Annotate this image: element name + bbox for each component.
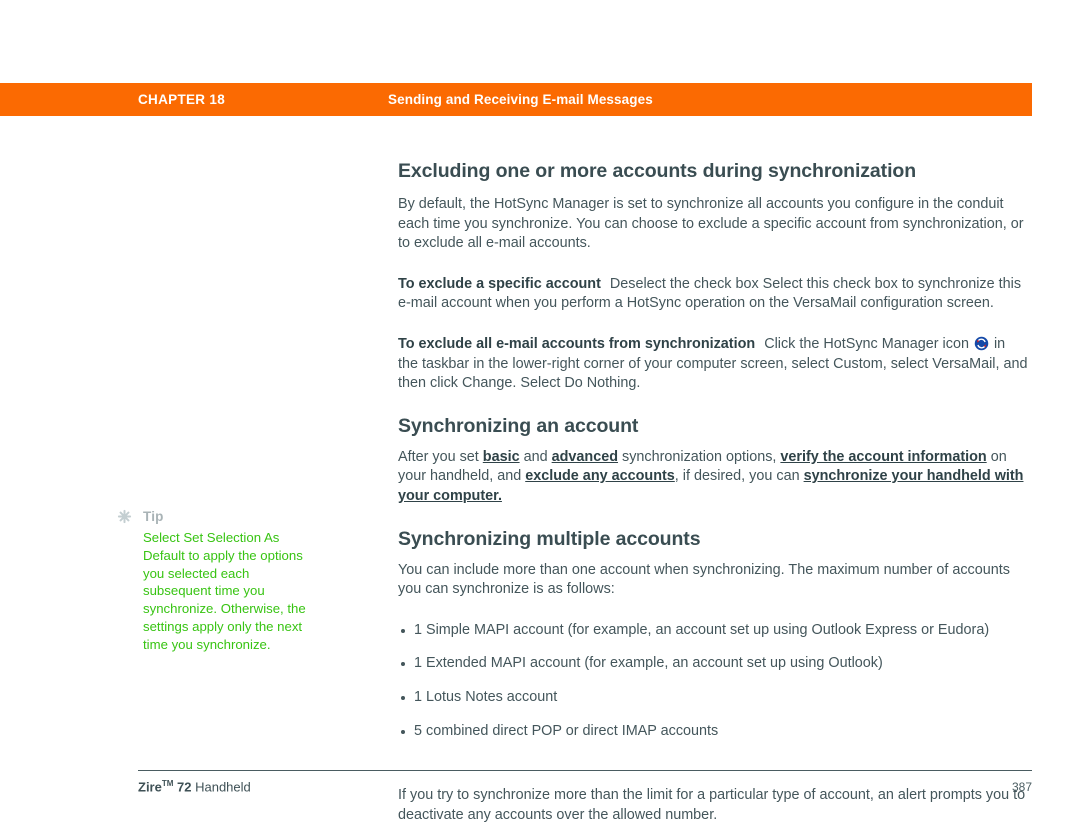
link-exclude-any-accounts[interactable]: exclude any accounts — [525, 468, 675, 484]
sync-text-5: , if desired, you can — [674, 468, 804, 485]
page-number: 387 — [1011, 780, 1032, 795]
paragraph-exclude-specific-account: To exclude a specific account Deselect th… — [398, 275, 1028, 314]
section-title-excluding-accounts: Excluding one or more accounts during sy… — [398, 160, 917, 182]
footer-brand: Zire — [138, 779, 162, 795]
sync-text-2: and — [519, 448, 552, 465]
sync-text-3: synchronization options, — [618, 448, 781, 465]
paragraph-exclude-intro: By default, the HotSync Manager is set t… — [398, 196, 1024, 252]
tip-text: Select Set Selection As Default to apply… — [143, 530, 306, 652]
link-verify-account-information[interactable]: verify the account information — [780, 449, 986, 465]
page-content: Excluding one or more accounts during sy… — [398, 160, 1028, 825]
asterisk-icon — [117, 509, 132, 524]
list-item: 5 combined direct POP or direct IMAP acc… — [398, 722, 1028, 742]
hotsync-icon — [974, 336, 989, 351]
text-exclude-all-before-icon: Click the HotSync Manager icon — [764, 335, 969, 352]
link-advanced[interactable]: advanced — [552, 449, 618, 465]
tip-label: Tip — [143, 509, 164, 524]
list-item: 1 Lotus Notes account — [398, 688, 1028, 708]
list-item: 1 Extended MAPI account (for example, an… — [398, 654, 1028, 674]
link-basic[interactable]: basic — [483, 449, 520, 465]
trademark-symbol: TM — [161, 779, 174, 788]
page-footer: ZireTM 72 Handheld 387 — [138, 770, 1032, 794]
account-limits-list: 1 Simple MAPI account (for example, an a… — [398, 621, 1028, 741]
sync-text-1: After you set — [398, 448, 483, 465]
footer-product-suffix: Handheld — [191, 779, 251, 795]
footer-product-label: ZireTM 72 Handheld — [138, 779, 251, 794]
header-topic-label: Sending and Receiving E-mail Messages — [388, 92, 653, 107]
page-header-bar: CHAPTER 18 Sending and Receiving E-mail … — [0, 83, 1032, 116]
paragraph-synchronizing-an-account: After you set basic and advanced synchro… — [398, 448, 1028, 507]
tip-sidebar: Tip Select Set Selection As Default to a… — [117, 508, 318, 654]
paragraph-multiple-accounts-intro: You can include more than one account wh… — [398, 561, 1010, 598]
section-title-synchronizing-an-account: Synchronizing an account — [398, 414, 639, 437]
section-title-synchronizing-multiple-accounts: Synchronizing multiple accounts — [398, 527, 701, 550]
footer-model: 72 — [173, 779, 192, 795]
tip-header: Tip — [117, 508, 318, 528]
list-item: 1 Simple MAPI account (for example, an a… — [398, 621, 1028, 641]
paragraph-exclude-all-accounts: To exclude all e-mail accounts from sync… — [398, 335, 1028, 394]
header-chapter-label: CHAPTER 18 — [138, 92, 226, 107]
lead-in-exclude-specific: To exclude a specific account — [398, 275, 601, 292]
lead-in-exclude-all: To exclude all e-mail accounts from sync… — [398, 335, 756, 352]
